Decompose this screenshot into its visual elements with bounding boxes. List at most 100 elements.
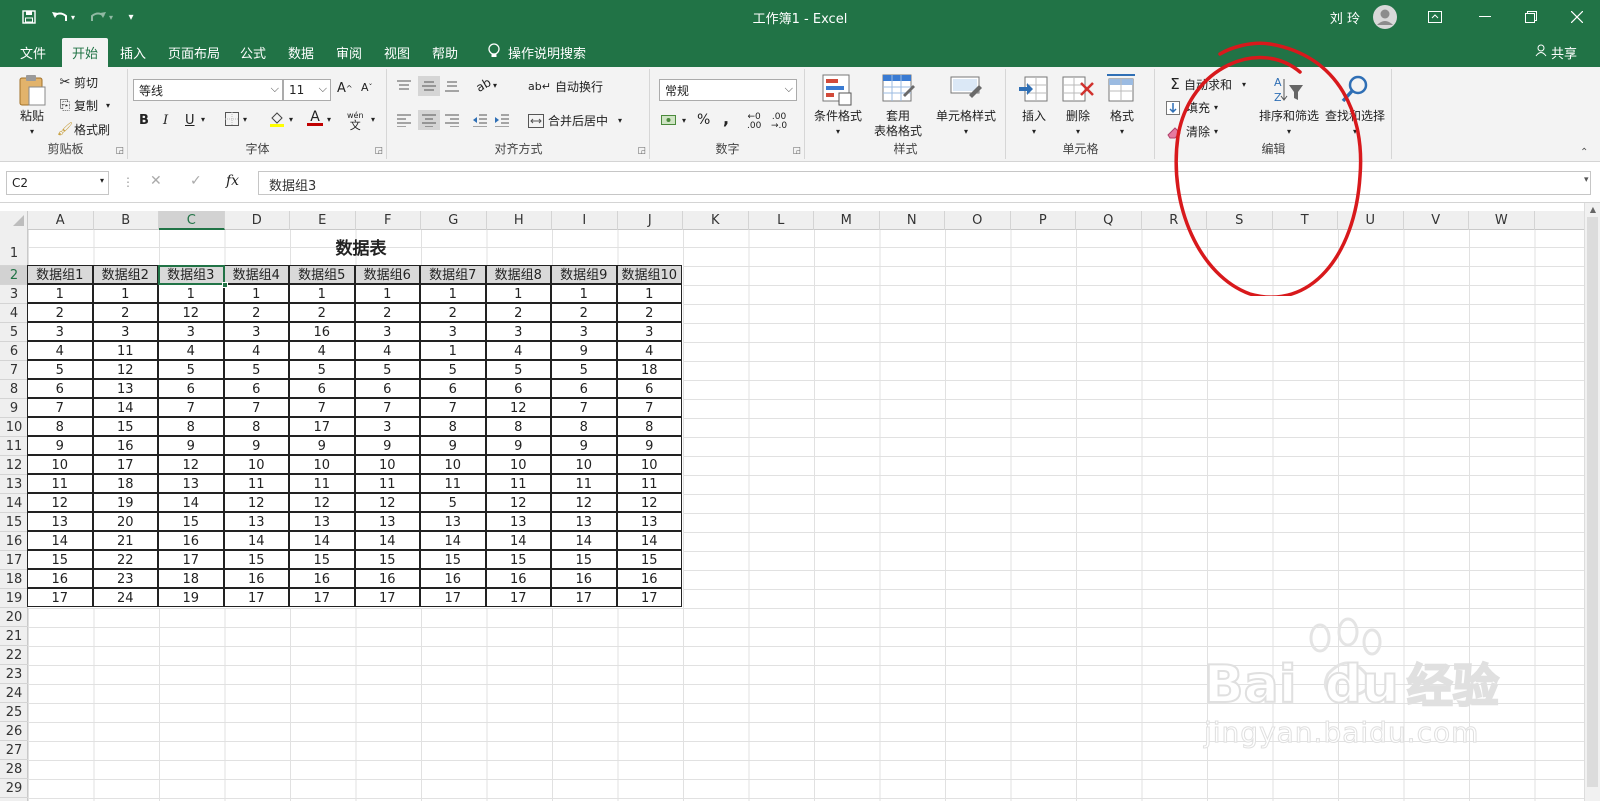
data-cell[interactable]: 11 — [420, 474, 486, 493]
row-header-2[interactable]: 2 — [0, 266, 28, 285]
row-header-1[interactable]: 1 — [0, 230, 28, 266]
data-cell[interactable]: 6 — [158, 379, 224, 398]
data-cell[interactable]: 16 — [223, 569, 289, 588]
vertical-scrollbar[interactable]: ▲ — [1584, 203, 1600, 801]
data-cell[interactable]: 12 — [27, 493, 93, 512]
scroll-thumb[interactable] — [1587, 217, 1598, 787]
enter-formula-icon[interactable]: ✓ — [190, 173, 202, 189]
data-cell[interactable]: 1 — [354, 284, 420, 303]
data-cell[interactable]: 14 — [158, 493, 224, 512]
tab-view[interactable]: 视图 — [374, 38, 420, 67]
data-cell[interactable]: 18 — [92, 474, 158, 493]
data-cell[interactable]: 13 — [551, 512, 617, 531]
data-cell[interactable]: 1 — [551, 284, 617, 303]
data-cell[interactable]: 9 — [551, 341, 617, 360]
tab-review[interactable]: 审阅 — [326, 38, 372, 67]
data-cell[interactable]: 8 — [551, 417, 617, 436]
fill-color-button[interactable]: ▾ — [269, 111, 293, 127]
row-header-17[interactable]: 17 — [0, 551, 28, 570]
column-header-W[interactable]: W — [1469, 211, 1535, 230]
data-cell[interactable]: 7 — [27, 398, 93, 417]
data-cell[interactable]: 14 — [92, 398, 158, 417]
row-header-4[interactable]: 4 — [0, 304, 28, 323]
data-cell[interactable]: 11 — [92, 341, 158, 360]
fill-button[interactable]: 填充 ▾ — [1166, 99, 1218, 116]
row-header-22[interactable]: 22 — [0, 646, 28, 665]
data-cell[interactable]: 15 — [616, 550, 682, 569]
data-cell[interactable]: 4 — [223, 341, 289, 360]
column-header-V[interactable]: V — [1404, 211, 1469, 230]
data-cell[interactable]: 12 — [158, 455, 224, 474]
italic-button[interactable]: I — [163, 113, 168, 128]
data-cell[interactable]: 1 — [485, 284, 551, 303]
data-cell[interactable]: 22 — [92, 550, 158, 569]
data-cell[interactable]: 10 — [616, 455, 682, 474]
data-cell[interactable]: 3 — [354, 417, 420, 436]
row-header-10[interactable]: 10 — [0, 418, 28, 437]
data-cell[interactable]: 13 — [92, 379, 158, 398]
phonetic-button[interactable]: wén 文 — [347, 111, 364, 131]
data-cell[interactable]: 2 — [354, 303, 420, 322]
data-cell[interactable]: 1 — [420, 284, 486, 303]
data-cell[interactable]: 3 — [485, 322, 551, 341]
data-cell[interactable]: 12 — [485, 493, 551, 512]
data-cell[interactable]: 4 — [354, 341, 420, 360]
data-cell[interactable]: 1 — [616, 284, 682, 303]
column-header-L[interactable]: L — [749, 211, 814, 230]
align-middle-button[interactable] — [418, 76, 440, 96]
data-cell[interactable]: 16 — [354, 569, 420, 588]
data-cell[interactable]: 23 — [92, 569, 158, 588]
tab-page-layout[interactable]: 页面布局 — [158, 38, 230, 67]
name-box[interactable]: C2 ▾ — [6, 171, 109, 195]
row-header-12[interactable]: 12 — [0, 456, 28, 475]
tell-me-search[interactable]: 操作说明搜索 — [478, 38, 596, 67]
data-cell[interactable]: 15 — [158, 512, 224, 531]
data-cell[interactable]: 8 — [485, 417, 551, 436]
data-cell[interactable]: 4 — [485, 341, 551, 360]
data-cell[interactable]: 2 — [420, 303, 486, 322]
data-cell[interactable]: 11 — [27, 474, 93, 493]
data-cell[interactable]: 13 — [420, 512, 486, 531]
data-cell[interactable]: 9 — [420, 436, 486, 455]
data-cell[interactable]: 2 — [27, 303, 93, 322]
row-header-19[interactable]: 19 — [0, 589, 28, 608]
decrease-decimal-button[interactable]: .00 →.0 — [771, 113, 787, 131]
expand-formula-icon[interactable]: ▾ — [1584, 175, 1589, 185]
row-header-28[interactable]: 28 — [0, 760, 28, 779]
tab-insert[interactable]: 插入 — [110, 38, 156, 67]
data-cell[interactable]: 9 — [27, 436, 93, 455]
data-cell[interactable]: 6 — [420, 379, 486, 398]
data-cell[interactable]: 2 — [92, 303, 158, 322]
cancel-formula-icon[interactable]: ✕ — [150, 173, 162, 189]
data-cell[interactable]: 5 — [551, 360, 617, 379]
data-cell[interactable]: 5 — [354, 360, 420, 379]
copy-button[interactable]: ⎘ 复制 ▾ — [56, 97, 110, 114]
data-cell[interactable]: 1 — [223, 284, 289, 303]
dialog-launcher-icon[interactable]: ◲ — [374, 146, 383, 156]
data-cell[interactable]: 13 — [158, 474, 224, 493]
column-header-T[interactable]: T — [1273, 211, 1338, 230]
data-cell[interactable]: 5 — [420, 493, 486, 512]
data-cell[interactable]: 9 — [616, 436, 682, 455]
ribbon-display-options-icon[interactable] — [1412, 0, 1458, 34]
sort-filter-button[interactable]: AZ 排序和筛选 ▾ — [1256, 73, 1322, 139]
data-cell[interactable]: 13 — [354, 512, 420, 531]
data-cell[interactable]: 16 — [551, 569, 617, 588]
data-cell[interactable]: 24 — [92, 588, 158, 607]
save-icon[interactable] — [16, 0, 42, 34]
data-cell[interactable]: 9 — [289, 436, 355, 455]
column-header-P[interactable]: P — [1011, 211, 1076, 230]
data-cell[interactable]: 5 — [289, 360, 355, 379]
collapse-ribbon-icon[interactable]: ⌃ — [1580, 147, 1588, 158]
format-as-table-button[interactable]: 套用 表格格式 — [866, 73, 930, 139]
tab-home[interactable]: 开始 — [62, 38, 109, 67]
font-size-select[interactable]: 11 ⌵ — [283, 79, 331, 101]
data-cell[interactable]: 13 — [223, 512, 289, 531]
row-header-20[interactable]: 20 — [0, 608, 28, 627]
row-header-9[interactable]: 9 — [0, 399, 28, 418]
data-cell[interactable]: 2 — [223, 303, 289, 322]
column-header-I[interactable]: I — [552, 211, 618, 230]
data-cell[interactable]: 4 — [158, 341, 224, 360]
data-cell[interactable]: 12 — [485, 398, 551, 417]
data-cell[interactable]: 2 — [616, 303, 682, 322]
